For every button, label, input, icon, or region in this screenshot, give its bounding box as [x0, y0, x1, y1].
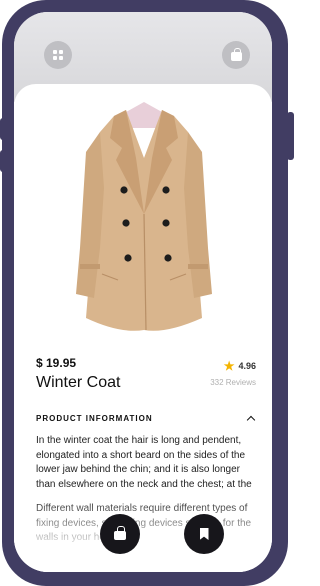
section-title: PRODUCT INFORMATION: [36, 414, 153, 423]
product-price: $ 19.95: [36, 356, 77, 370]
review-count[interactable]: 332 Reviews: [210, 378, 256, 387]
add-to-cart-button[interactable]: [100, 514, 140, 554]
product-image: [76, 102, 212, 331]
bag-button[interactable]: [222, 41, 250, 69]
product-rating: ★ 4.96: [224, 360, 256, 372]
description-paragraph-1: In the winter coat the hair is long and …: [36, 435, 252, 490]
phone-screen: $ 19.95 Winter Coat ★ 4.96 332 Reviews P…: [14, 12, 272, 572]
bookmark-icon: [199, 528, 209, 540]
volume-down-button: [0, 150, 6, 172]
product-info-header[interactable]: PRODUCT INFORMATION: [36, 414, 256, 425]
product-card: $ 19.95 Winter Coat ★ 4.96 332 Reviews P…: [14, 84, 272, 572]
menu-button[interactable]: [44, 41, 72, 69]
bookmark-button[interactable]: [184, 514, 224, 554]
description-paragraph-2: Different wall materials require differe…: [36, 503, 252, 543]
rating-value: 4.96: [238, 361, 256, 371]
power-button: [287, 112, 294, 160]
star-icon: ★: [223, 359, 235, 373]
chevron-up-icon[interactable]: [246, 415, 256, 425]
volume-up-button: [0, 118, 6, 140]
bag-icon: [230, 47, 242, 61]
product-name: Winter Coat: [36, 374, 121, 391]
cart-icon: [114, 526, 126, 540]
grid-icon: [53, 50, 63, 60]
